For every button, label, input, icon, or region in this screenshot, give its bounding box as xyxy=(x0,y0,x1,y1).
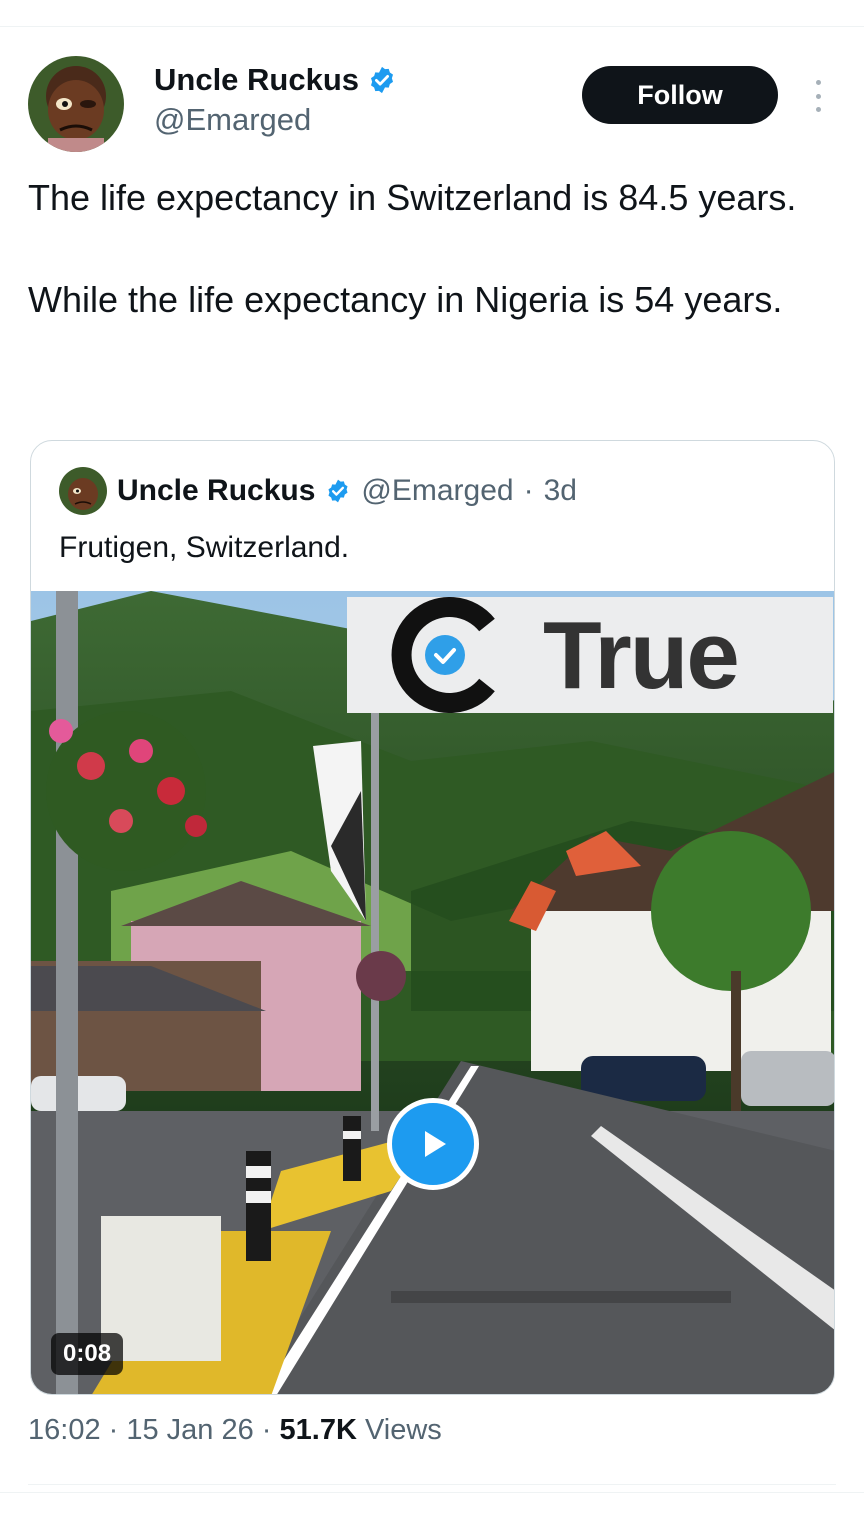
author-name-block: Uncle Ruckus @Emarged xyxy=(154,62,397,138)
tweet-text-line: The life expectancy in Switzerland is 84… xyxy=(28,177,797,218)
quoted-author-avatar xyxy=(59,467,107,515)
quoted-tweet-header: Uncle Ruckus @Emarged · 3d xyxy=(59,467,577,515)
author-handle[interactable]: @Emarged xyxy=(154,102,397,138)
true-watermark: True xyxy=(347,597,833,713)
tweet-meta: 16:02 · 15 Jan 26 · 51.7K Views xyxy=(28,1414,442,1447)
quoted-tweet-age: 3d xyxy=(543,474,577,507)
follow-button[interactable]: Follow xyxy=(582,66,778,124)
video-duration: 0:08 xyxy=(51,1333,124,1375)
top-divider xyxy=(0,26,864,27)
author-display-name[interactable]: Uncle Ruckus xyxy=(154,62,359,98)
separator-dot: · xyxy=(253,1414,280,1446)
quoted-author-name: Uncle Ruckus xyxy=(117,474,316,507)
author-avatar[interactable] xyxy=(28,56,124,152)
true-logo-icon xyxy=(391,597,495,713)
tweet-time[interactable]: 16:02 xyxy=(28,1414,101,1446)
divider xyxy=(0,1492,864,1493)
quoted-tweet-text: Frutigen, Switzerland. xyxy=(59,531,350,564)
divider xyxy=(28,1484,836,1485)
separator-dot: · xyxy=(523,474,534,507)
separator-dot: · xyxy=(100,1414,127,1446)
verified-badge-icon xyxy=(367,65,397,95)
views-count[interactable]: 51.7K xyxy=(280,1414,357,1446)
more-vertical-icon[interactable] xyxy=(808,76,828,116)
tweet-text: The life expectancy in Switzerland is 84… xyxy=(28,172,818,325)
quoted-tweet[interactable]: Uncle Ruckus @Emarged · 3d Frutigen, Swi… xyxy=(30,440,835,1395)
views-label: Views xyxy=(356,1414,442,1446)
play-icon[interactable] xyxy=(387,1098,479,1190)
tweet-header: Uncle Ruckus @Emarged Follow xyxy=(28,56,836,152)
tweet-text-line: While the life expectancy in Nigeria is … xyxy=(28,279,783,320)
video-player[interactable]: True 0:08 xyxy=(31,591,834,1394)
true-watermark-text: True xyxy=(543,602,740,709)
tweet-date[interactable]: 15 Jan 26 xyxy=(126,1414,253,1446)
verified-badge-icon xyxy=(325,478,351,504)
quoted-author-handle: @Emarged xyxy=(361,474,514,507)
